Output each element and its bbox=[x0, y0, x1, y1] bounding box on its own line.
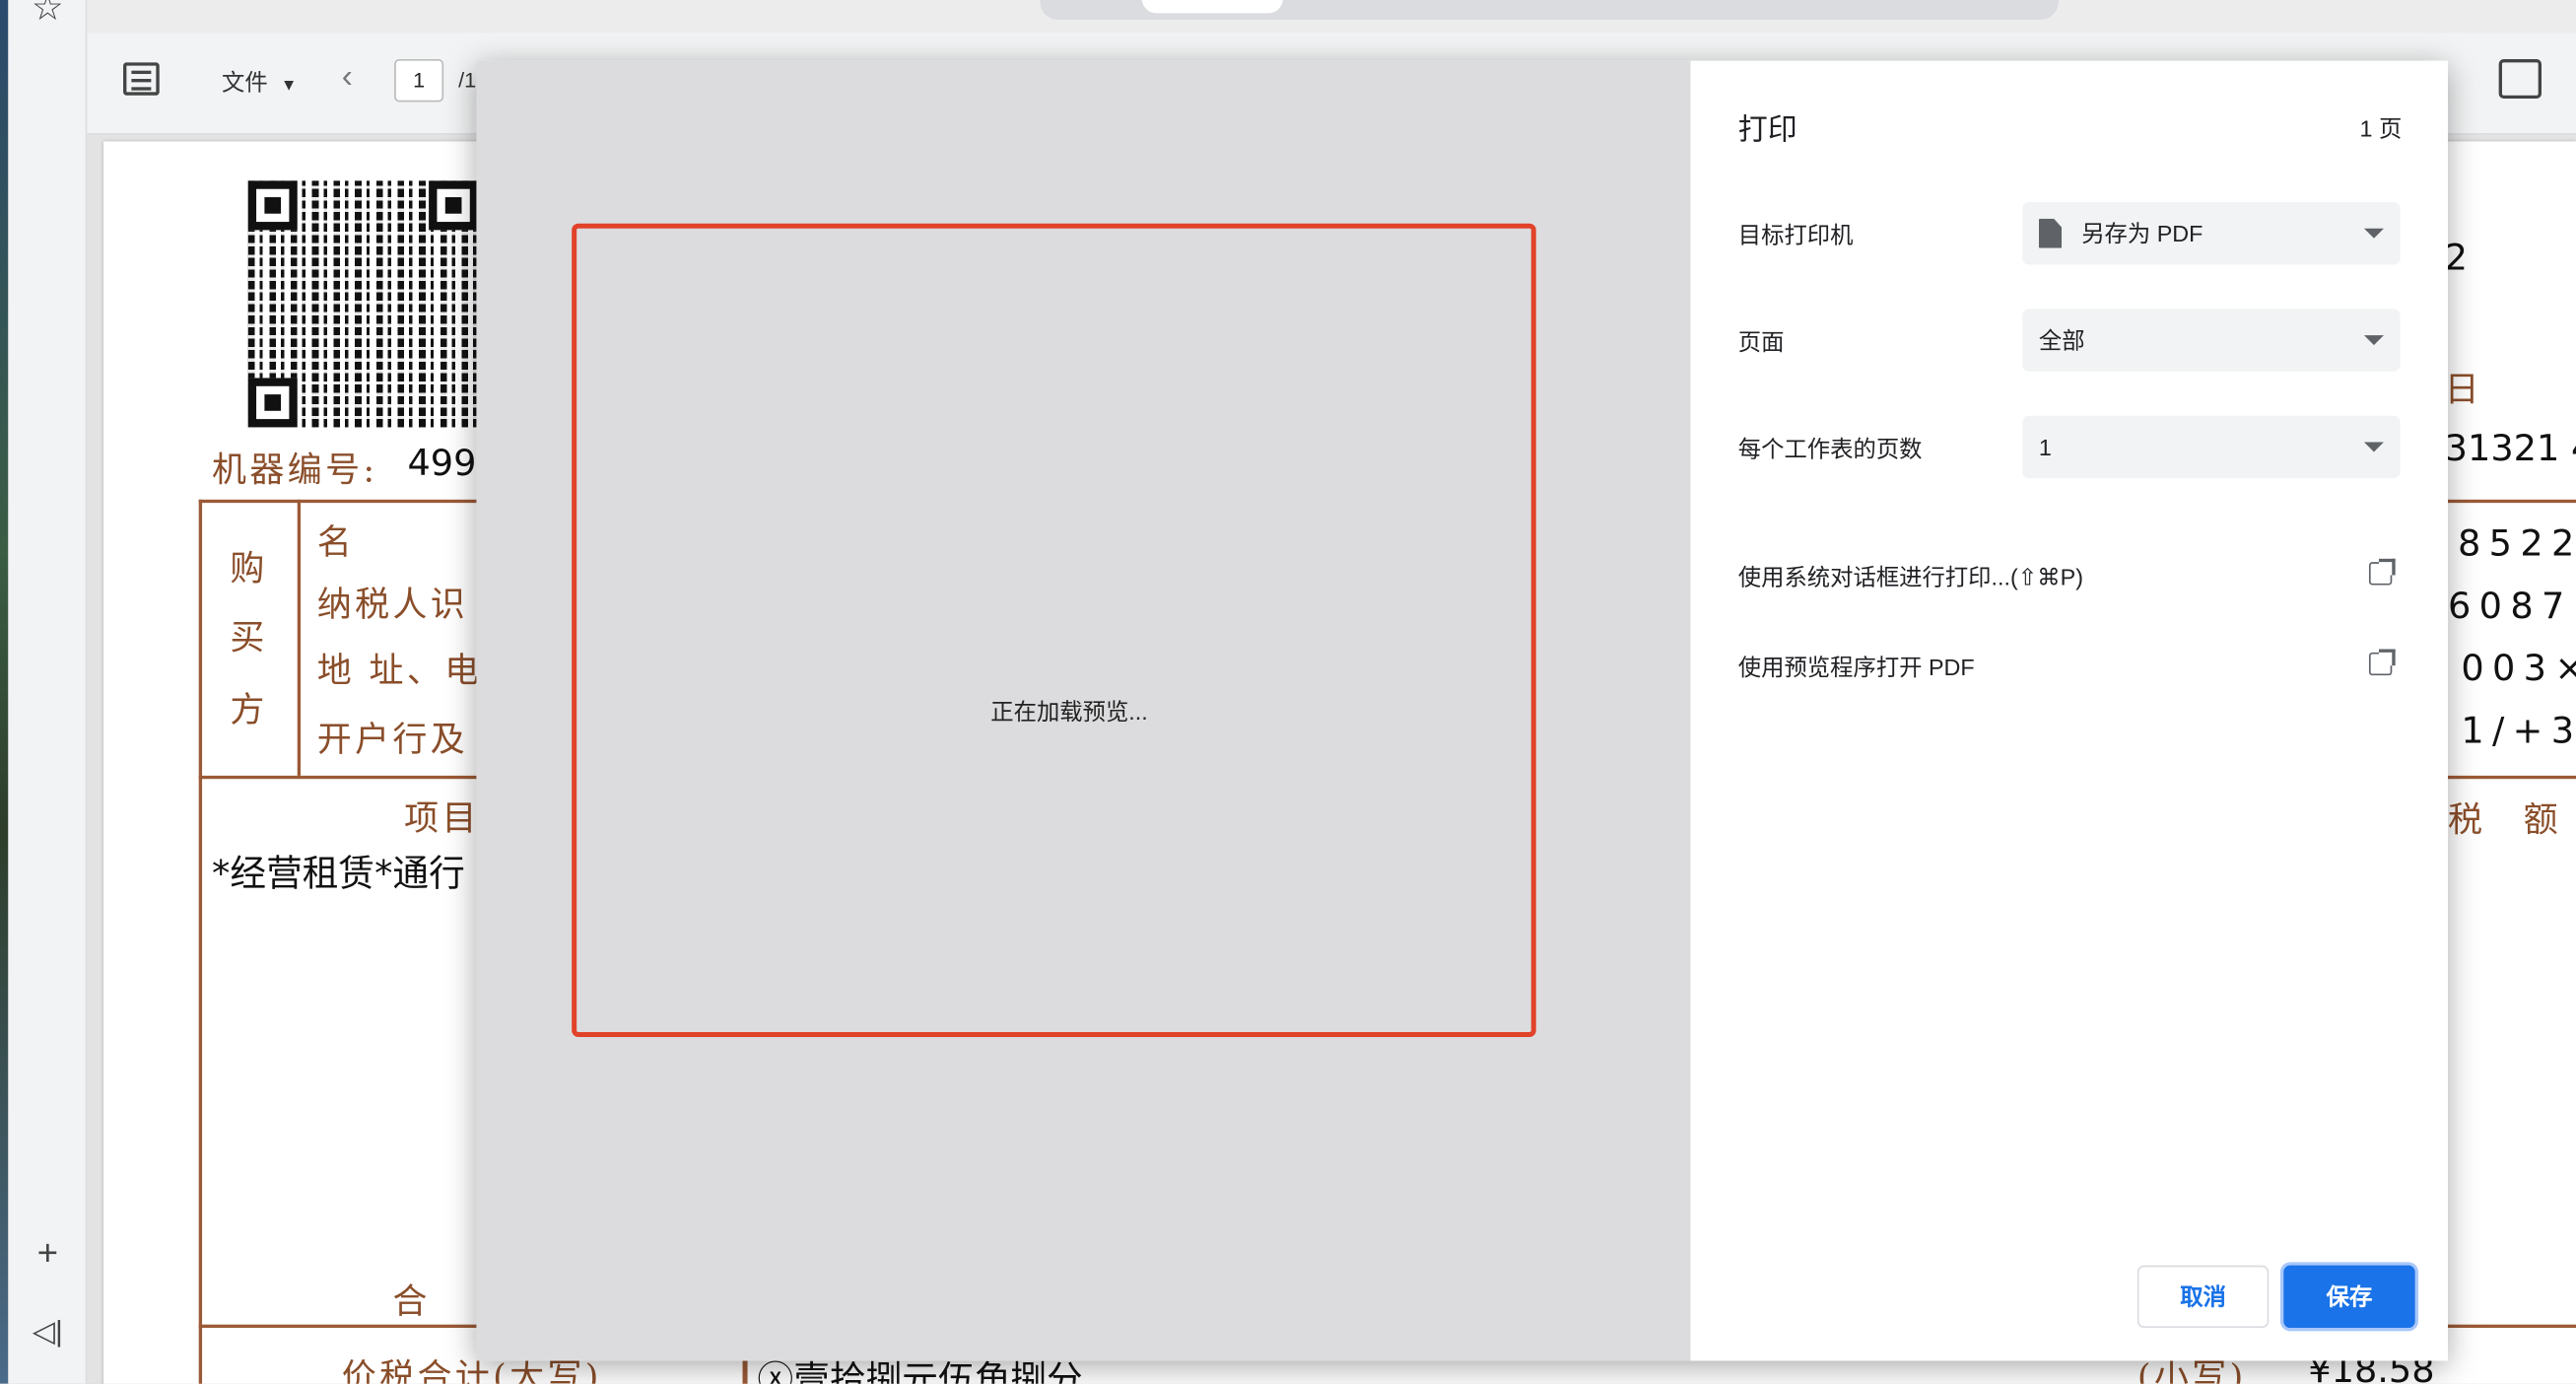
invoice-fragment: 1/+3 bbox=[2461, 711, 2576, 753]
qr-finder bbox=[247, 378, 298, 428]
pages-per-sheet-value: 1 bbox=[2038, 434, 2052, 460]
system-dialog-link[interactable]: 使用系统对话框进行打印...(⇧⌘P) bbox=[1738, 560, 2083, 592]
invoice-fragment: 2 bbox=[2444, 238, 2468, 280]
qr-finder bbox=[429, 180, 479, 231]
pages-select[interactable]: 全部 bbox=[2022, 309, 2401, 372]
print-dialog: 正在加载预览... 打印 1 页 目标打印机 另存为 PDF 页面 全部 每个工… bbox=[476, 60, 2448, 1361]
invoice-fragment: 日 bbox=[2444, 370, 2482, 410]
buyer-char: 购 bbox=[230, 548, 268, 588]
tab-group bbox=[1040, 0, 2059, 21]
invoice-fragment: 6087 bbox=[2447, 587, 2573, 628]
table-left-border bbox=[198, 499, 203, 1384]
field-name: 名 bbox=[316, 522, 356, 563]
dropdown-caret-icon bbox=[2363, 442, 2384, 452]
page-count: 1 页 bbox=[2359, 114, 2403, 142]
preview-app-link[interactable]: 使用预览程序打开 PDF bbox=[1738, 651, 1975, 683]
print-title: 打印 bbox=[1737, 113, 1797, 147]
column-item-header: 项目 bbox=[404, 798, 480, 839]
invoice-fragment: 003× bbox=[2461, 649, 2576, 691]
qr-finder bbox=[247, 180, 298, 231]
destination-select[interactable]: 另存为 PDF bbox=[2022, 202, 2401, 265]
buyer-char: 买 bbox=[230, 617, 268, 657]
machine-number-value: 499 bbox=[407, 444, 477, 485]
open-external-icon[interactable] bbox=[2368, 649, 2396, 676]
print-settings-panel: 打印 1 页 目标打印机 另存为 PDF 页面 全部 每个工作表的页数 1 使用… bbox=[1690, 60, 2448, 1361]
dropdown-caret-icon bbox=[2363, 228, 2384, 239]
desktop-wallpaper-edge bbox=[0, 0, 9, 1384]
item-row-text: *经营租赁*通行 bbox=[212, 854, 465, 896]
field-address: 地 址、电 bbox=[316, 651, 483, 691]
print-preview-area: 正在加载预览... bbox=[476, 60, 1691, 1361]
tax-column-header: 税 额 bbox=[2447, 799, 2562, 840]
buyer-divider bbox=[297, 499, 302, 776]
page-total: /1 bbox=[458, 67, 477, 93]
invoice-right-fragments: 2 日 31321 4 8522 6087 003× 1/+3 税 额 bbox=[2444, 61, 2576, 1384]
dropdown-caret-icon bbox=[2363, 335, 2384, 346]
total-label: 合 bbox=[392, 1281, 431, 1322]
previous-page-icon[interactable]: ‹ bbox=[342, 59, 353, 97]
screen: ☆ + ◁| 文件 ▼ ‹ 1 /1 机器编号: 499 购 买 方 名 纳税人… bbox=[0, 0, 2576, 1384]
add-icon[interactable]: + bbox=[8, 1232, 87, 1275]
destination-label: 目标打印机 bbox=[1737, 222, 1854, 248]
invoice-fragment: 8522 bbox=[2457, 523, 2576, 566]
buyer-char: 方 bbox=[230, 690, 268, 730]
file-menu-label: 文件 bbox=[222, 69, 268, 96]
loading-preview-text: 正在加载预览... bbox=[990, 698, 1148, 726]
save-button[interactable]: 保存 bbox=[2283, 1265, 2415, 1329]
destination-value: 另存为 PDF bbox=[2081, 220, 2203, 247]
machine-number-label: 机器编号: bbox=[212, 450, 378, 490]
field-taxid: 纳税人识 bbox=[316, 585, 469, 625]
collapse-sidebar-icon[interactable]: ◁| bbox=[8, 1315, 87, 1349]
pages-per-sheet-select[interactable]: 1 bbox=[2022, 415, 2401, 479]
outline-toggle-icon[interactable] bbox=[123, 62, 160, 96]
bookmark-star-icon[interactable]: ☆ bbox=[8, 0, 87, 30]
cancel-button[interactable]: 取消 bbox=[2136, 1265, 2270, 1329]
file-menu[interactable]: 文件 ▼ bbox=[222, 66, 297, 99]
page-number-input[interactable]: 1 bbox=[394, 59, 444, 103]
browser-side-rail: ☆ + ◁| bbox=[8, 0, 88, 1384]
active-tab[interactable] bbox=[1141, 0, 1284, 14]
document-icon bbox=[2038, 218, 2063, 248]
pages-per-sheet-label: 每个工作表的页数 bbox=[1737, 435, 1923, 462]
qr-code bbox=[247, 180, 479, 428]
browser-tab-strip bbox=[87, 0, 2576, 34]
preview-highlight-box bbox=[572, 223, 1536, 1037]
open-external-icon[interactable] bbox=[2368, 558, 2396, 586]
field-bank: 开户行及 bbox=[316, 720, 469, 760]
pages-value: 全部 bbox=[2038, 326, 2085, 354]
chevron-down-icon: ▼ bbox=[280, 77, 298, 96]
invoice-fragment: 31321 4 bbox=[2444, 429, 2576, 470]
pages-label: 页面 bbox=[1737, 328, 1785, 356]
